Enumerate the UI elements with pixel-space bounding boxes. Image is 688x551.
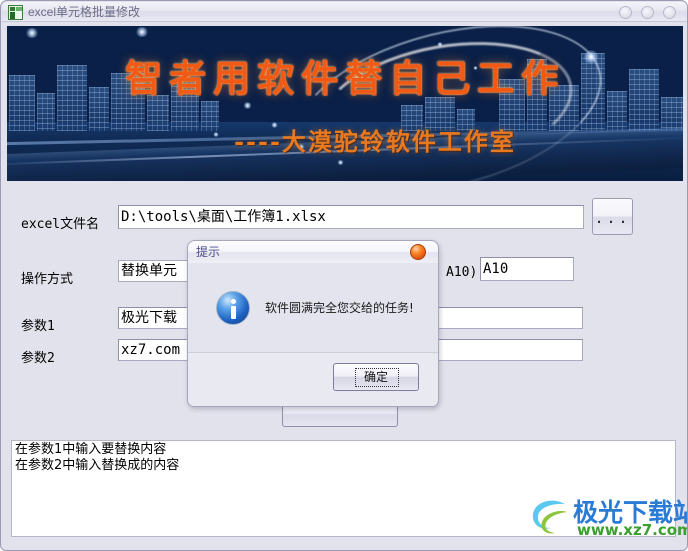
log-text: 在参数1中输入要替换内容 在参数2中输入替换成的内容 (15, 442, 180, 473)
dialog-footer: 确定 (188, 352, 438, 406)
operation-mode-label: 操作方式 (21, 272, 74, 287)
star-icon (135, 27, 149, 37)
excel-icon (8, 5, 23, 20)
browse-file-button[interactable]: ... (592, 198, 633, 235)
banner-subtitle: ----大漠驼铃软件工作室 (234, 127, 516, 156)
dialog-title-bar: 提示 (188, 241, 438, 264)
dialog-message: 软件圆满完全您交给的任务! (265, 301, 414, 315)
cell-range-label: A10) (446, 265, 478, 280)
banner-image: 智者用软件替自己工作 ----大漠驼铃软件工作室 (7, 26, 683, 181)
param1-label: 参数1 (21, 319, 55, 334)
banner-title: 智者用软件替自己工作 (125, 56, 565, 100)
watermark-url: www.xz7.com (577, 521, 688, 539)
excel-file-input[interactable]: D:\tools\桌面\工作簿1.xlsx (118, 205, 584, 229)
swirl-logo-icon (532, 500, 567, 534)
close-button[interactable] (663, 6, 676, 19)
star-icon (337, 160, 344, 165)
dialog-ok-label: 确定 (363, 370, 388, 384)
application-window: excel单元格批量修改 智者用软件替自己工作 ----大漠驼铃软件工作室 ex… (0, 0, 688, 551)
star-icon (243, 102, 252, 109)
star-icon (25, 28, 39, 38)
watermark: 极光下载站 www.xz7.com (529, 495, 687, 539)
cell-range-input[interactable]: A10 (480, 257, 574, 281)
window-title: excel单元格批量修改 (28, 5, 141, 19)
dialog-close-icon[interactable] (410, 244, 426, 260)
maximize-button[interactable] (641, 6, 654, 19)
dialog-body: 软件圆满完全您交给的任务! (188, 263, 438, 352)
info-icon (216, 291, 250, 325)
dialog-ok-button[interactable]: 确定 (333, 363, 419, 391)
param2-label: 参数2 (21, 351, 55, 366)
excel-file-label: excel文件名 (21, 217, 100, 232)
message-dialog: 提示 软件圆满完全您交给的任务! 确定 (187, 240, 439, 407)
dialog-title: 提示 (196, 245, 221, 259)
title-bar: excel单元格批量修改 (2, 2, 687, 22)
minimize-button[interactable] (619, 6, 632, 19)
ellipsis-icon: ... (594, 209, 631, 227)
star-icon (437, 42, 443, 47)
